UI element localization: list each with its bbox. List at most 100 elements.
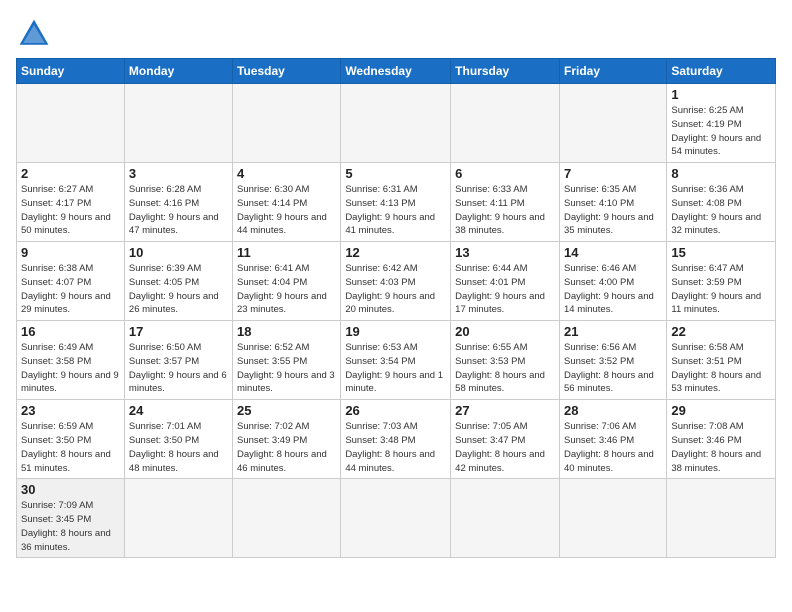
calendar: SundayMondayTuesdayWednesdayThursdayFrid… [16, 58, 776, 558]
day-info: Sunrise: 6:58 AM Sunset: 3:51 PM Dayligh… [671, 341, 771, 396]
day-number: 28 [564, 403, 662, 418]
day-number: 12 [345, 245, 446, 260]
day-number: 11 [237, 245, 336, 260]
calendar-day-cell: 10Sunrise: 6:39 AM Sunset: 4:05 PM Dayli… [124, 242, 232, 321]
day-info: Sunrise: 6:49 AM Sunset: 3:58 PM Dayligh… [21, 341, 120, 396]
logo-icon [16, 16, 52, 52]
day-number: 14 [564, 245, 662, 260]
day-number: 22 [671, 324, 771, 339]
day-of-week-wednesday: Wednesday [341, 59, 451, 84]
day-info: Sunrise: 7:03 AM Sunset: 3:48 PM Dayligh… [345, 420, 446, 475]
day-number: 8 [671, 166, 771, 181]
calendar-day-cell [559, 479, 666, 558]
day-info: Sunrise: 6:28 AM Sunset: 4:16 PM Dayligh… [129, 183, 228, 238]
calendar-day-cell: 11 Sunrise: 6:41 AM Sunset: 4:04 PM Dayli… [233, 242, 341, 321]
calendar-week-row: 30 Sunrise: 7:09 AM Sunset: 3:45 PM Dayli… [17, 479, 776, 558]
calendar-day-cell: 17 Sunrise: 6:50 AM Sunset: 3:57 PM Dayli… [124, 321, 232, 400]
day-info: Sunrise: 7:09 AM Sunset: 3:45 PM Dayligh… [21, 499, 120, 554]
calendar-day-cell: 27Sunrise: 7:05 AM Sunset: 3:47 PM Dayli… [451, 400, 560, 479]
calendar-day-cell: 26 Sunrise: 7:03 AM Sunset: 3:48 PM Dayli… [341, 400, 451, 479]
calendar-day-cell [341, 84, 451, 163]
calendar-week-row: 1Sunrise: 6:25 AM Sunset: 4:19 PM Daylig… [17, 84, 776, 163]
day-info: Sunrise: 6:59 AM Sunset: 3:50 PM Dayligh… [21, 420, 120, 475]
calendar-day-cell: 16 Sunrise: 6:49 AM Sunset: 3:58 PM Dayli… [17, 321, 125, 400]
day-of-week-friday: Friday [559, 59, 666, 84]
day-number: 21 [564, 324, 662, 339]
calendar-day-cell: 19 Sunrise: 6:53 AM Sunset: 3:54 PM Dayli… [341, 321, 451, 400]
day-info: Sunrise: 6:44 AM Sunset: 4:01 PM Dayligh… [455, 262, 555, 317]
calendar-day-cell: 1Sunrise: 6:25 AM Sunset: 4:19 PM Daylig… [667, 84, 776, 163]
day-number: 19 [345, 324, 446, 339]
day-info: Sunrise: 6:36 AM Sunset: 4:08 PM Dayligh… [671, 183, 771, 238]
day-number: 18 [237, 324, 336, 339]
calendar-day-cell: 2Sunrise: 6:27 AM Sunset: 4:17 PM Daylig… [17, 163, 125, 242]
calendar-header-row: SundayMondayTuesdayWednesdayThursdayFrid… [17, 59, 776, 84]
calendar-day-cell: 22 Sunrise: 6:58 AM Sunset: 3:51 PM Dayli… [667, 321, 776, 400]
calendar-day-cell [559, 84, 666, 163]
header [16, 16, 776, 52]
day-info: Sunrise: 6:42 AM Sunset: 4:03 PM Dayligh… [345, 262, 446, 317]
calendar-day-cell [233, 84, 341, 163]
day-number: 25 [237, 403, 336, 418]
day-number: 29 [671, 403, 771, 418]
calendar-day-cell: 6 Sunrise: 6:33 AM Sunset: 4:11 PM Daylig… [451, 163, 560, 242]
day-number: 5 [345, 166, 446, 181]
logo [16, 16, 56, 52]
day-info: Sunrise: 6:47 AM Sunset: 3:59 PM Dayligh… [671, 262, 771, 317]
day-number: 6 [455, 166, 555, 181]
day-number: 16 [21, 324, 120, 339]
day-info: Sunrise: 6:52 AM Sunset: 3:55 PM Dayligh… [237, 341, 336, 396]
day-info: Sunrise: 6:53 AM Sunset: 3:54 PM Dayligh… [345, 341, 446, 396]
calendar-week-row: 9Sunrise: 6:38 AM Sunset: 4:07 PM Daylig… [17, 242, 776, 321]
day-number: 7 [564, 166, 662, 181]
calendar-day-cell: 24 Sunrise: 7:01 AM Sunset: 3:50 PM Dayli… [124, 400, 232, 479]
calendar-day-cell: 5 Sunrise: 6:31 AM Sunset: 4:13 PM Daylig… [341, 163, 451, 242]
calendar-day-cell [341, 479, 451, 558]
calendar-day-cell [233, 479, 341, 558]
calendar-day-cell [451, 479, 560, 558]
calendar-day-cell: 18 Sunrise: 6:52 AM Sunset: 3:55 PM Dayli… [233, 321, 341, 400]
calendar-day-cell: 21Sunrise: 6:56 AM Sunset: 3:52 PM Dayli… [559, 321, 666, 400]
calendar-day-cell [451, 84, 560, 163]
calendar-day-cell: 20 Sunrise: 6:55 AM Sunset: 3:53 PM Dayli… [451, 321, 560, 400]
day-info: Sunrise: 7:01 AM Sunset: 3:50 PM Dayligh… [129, 420, 228, 475]
calendar-day-cell: 4Sunrise: 6:30 AM Sunset: 4:14 PM Daylig… [233, 163, 341, 242]
calendar-day-cell [667, 479, 776, 558]
calendar-day-cell: 23 Sunrise: 6:59 AM Sunset: 3:50 PM Dayli… [17, 400, 125, 479]
day-info: Sunrise: 6:31 AM Sunset: 4:13 PM Dayligh… [345, 183, 446, 238]
day-info: Sunrise: 7:02 AM Sunset: 3:49 PM Dayligh… [237, 420, 336, 475]
day-info: Sunrise: 7:06 AM Sunset: 3:46 PM Dayligh… [564, 420, 662, 475]
day-number: 3 [129, 166, 228, 181]
calendar-week-row: 2Sunrise: 6:27 AM Sunset: 4:17 PM Daylig… [17, 163, 776, 242]
day-info: Sunrise: 6:39 AM Sunset: 4:05 PM Dayligh… [129, 262, 228, 317]
calendar-day-cell: 9Sunrise: 6:38 AM Sunset: 4:07 PM Daylig… [17, 242, 125, 321]
calendar-day-cell: 14Sunrise: 6:46 AM Sunset: 4:00 PM Dayli… [559, 242, 666, 321]
day-number: 26 [345, 403, 446, 418]
day-info: Sunrise: 6:35 AM Sunset: 4:10 PM Dayligh… [564, 183, 662, 238]
day-info: Sunrise: 6:33 AM Sunset: 4:11 PM Dayligh… [455, 183, 555, 238]
calendar-day-cell [124, 84, 232, 163]
day-number: 24 [129, 403, 228, 418]
day-number: 15 [671, 245, 771, 260]
day-number: 30 [21, 482, 120, 497]
day-number: 20 [455, 324, 555, 339]
day-info: Sunrise: 6:55 AM Sunset: 3:53 PM Dayligh… [455, 341, 555, 396]
day-number: 27 [455, 403, 555, 418]
day-of-week-tuesday: Tuesday [233, 59, 341, 84]
day-number: 17 [129, 324, 228, 339]
day-info: Sunrise: 7:08 AM Sunset: 3:46 PM Dayligh… [671, 420, 771, 475]
day-number: 9 [21, 245, 120, 260]
day-number: 23 [21, 403, 120, 418]
calendar-day-cell: 29 Sunrise: 7:08 AM Sunset: 3:46 PM Dayli… [667, 400, 776, 479]
day-of-week-monday: Monday [124, 59, 232, 84]
calendar-day-cell: 28 Sunrise: 7:06 AM Sunset: 3:46 PM Dayli… [559, 400, 666, 479]
calendar-day-cell: 3 Sunrise: 6:28 AM Sunset: 4:16 PM Daylig… [124, 163, 232, 242]
calendar-day-cell: 13Sunrise: 6:44 AM Sunset: 4:01 PM Dayli… [451, 242, 560, 321]
day-info: Sunrise: 6:41 AM Sunset: 4:04 PM Dayligh… [237, 262, 336, 317]
day-number: 1 [671, 87, 771, 102]
day-of-week-thursday: Thursday [451, 59, 560, 84]
day-number: 2 [21, 166, 120, 181]
calendar-day-cell: 8 Sunrise: 6:36 AM Sunset: 4:08 PM Daylig… [667, 163, 776, 242]
calendar-day-cell: 25 Sunrise: 7:02 AM Sunset: 3:49 PM Dayli… [233, 400, 341, 479]
day-info: Sunrise: 6:50 AM Sunset: 3:57 PM Dayligh… [129, 341, 228, 396]
